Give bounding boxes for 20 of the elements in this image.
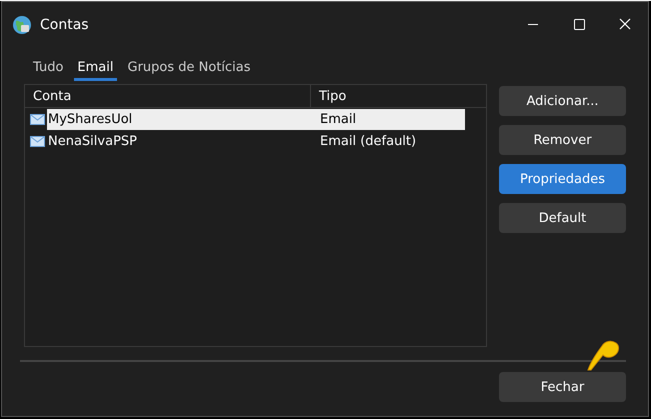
- account-row[interactable]: MySharesUol Email: [47, 109, 465, 130]
- action-button[interactable]: Remover: [499, 125, 626, 155]
- globe-icon: [12, 15, 32, 35]
- account-name: NenaSilvaPSP: [47, 134, 138, 149]
- action-button[interactable]: Default: [499, 203, 626, 233]
- tab[interactable]: Email: [74, 60, 116, 81]
- account-row[interactable]: NenaSilvaPSP Email (default): [47, 131, 465, 152]
- column-header[interactable]: Tipo: [311, 88, 346, 104]
- account-name: MySharesUol: [47, 112, 134, 127]
- tab[interactable]: Tudo: [30, 60, 66, 81]
- action-button[interactable]: Propriedades: [499, 164, 626, 194]
- close-dialog-button[interactable]: Fechar: [499, 372, 626, 402]
- account-type: Email: [320, 112, 356, 127]
- tab[interactable]: Grupos de Notícias: [124, 60, 254, 81]
- window-title: Contas: [40, 17, 89, 33]
- envelope-icon: [30, 114, 45, 125]
- action-button[interactable]: Adicionar...: [499, 86, 626, 116]
- envelope-icon: [30, 136, 45, 147]
- account-type: Email (default): [320, 134, 416, 149]
- column-header[interactable]: Conta: [25, 88, 72, 104]
